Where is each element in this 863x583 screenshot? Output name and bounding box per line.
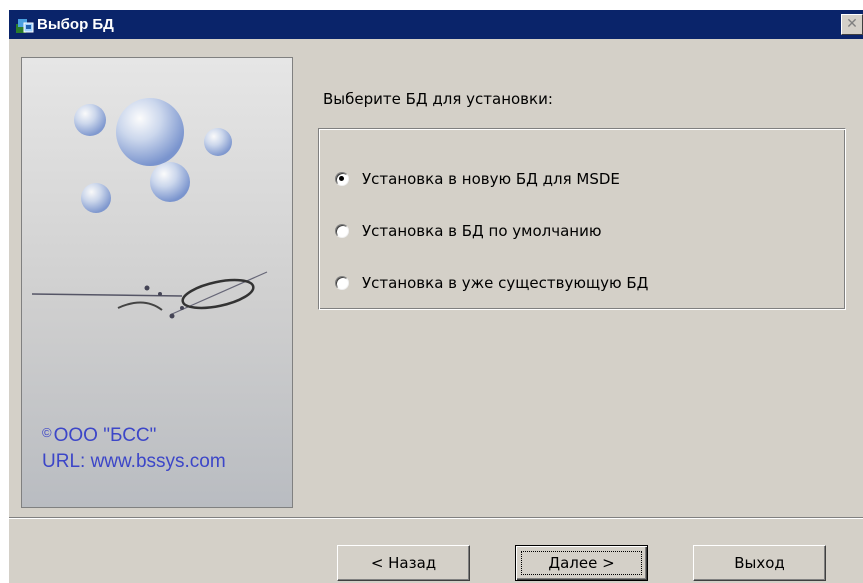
- back-button[interactable]: < Назад: [337, 545, 470, 581]
- db-choice-group: Установка в новую БД для MSDE Установка …: [318, 128, 846, 310]
- radio-existing-db[interactable]: [335, 276, 349, 290]
- button-separator: [9, 517, 863, 519]
- side-banner: © ООО "БСС" URL: www.bssys.com: [21, 57, 293, 508]
- next-button[interactable]: Далее >: [515, 545, 648, 581]
- company-url: URL: www.bssys.com: [42, 451, 226, 472]
- installer-icon: [16, 19, 34, 33]
- exit-button[interactable]: Выход: [693, 545, 826, 581]
- window-title: Выбор БД: [37, 16, 114, 33]
- focus-rect: [521, 551, 642, 575]
- copyright-symbol: ©: [42, 425, 52, 440]
- close-icon: ✕: [846, 16, 858, 32]
- option-existing-db[interactable]: Установка в уже существующую БД: [335, 271, 648, 295]
- company-name: ООО "БСС": [53, 425, 157, 446]
- copyright-text: © ООО "БСС" URL: www.bssys.com: [42, 420, 226, 475]
- option-default-db[interactable]: Установка в БД по умолчанию: [335, 219, 602, 243]
- option-label: Установка в новую БД для MSDE: [362, 170, 620, 188]
- close-button[interactable]: ✕: [841, 14, 863, 35]
- option-label: Установка в уже существующую БД: [362, 274, 649, 292]
- setup-dialog: Выбор БД ✕ © ООО "БСС" URL: www.bssys.co…: [8, 10, 863, 583]
- option-label: Установка в БД по умолчанию: [362, 222, 602, 240]
- radio-default-db[interactable]: [335, 224, 349, 238]
- option-new-msde[interactable]: Установка в новую БД для MSDE: [335, 167, 620, 191]
- prompt-label: Выберите БД для установки:: [323, 90, 553, 108]
- radio-new-msde[interactable]: [335, 172, 349, 186]
- title-bar[interactable]: Выбор БД ✕: [9, 10, 863, 39]
